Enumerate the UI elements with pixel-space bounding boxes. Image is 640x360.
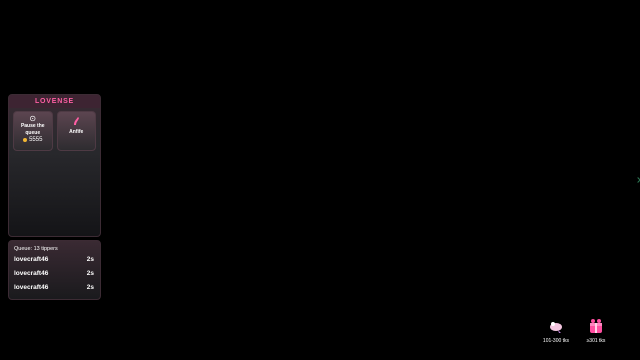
queue-row: lovecraft46 2s [9,252,100,266]
pause-icon: ⊙ [29,114,37,123]
pause-label-2: queue [25,130,41,136]
lovense-brand: LOVENSE [9,95,100,108]
queue-user: lovecraft46 [14,255,49,263]
anfi-toy-icon [74,117,80,125]
queue-time: 2s [86,255,94,263]
gift-level-icon [590,319,602,333]
lovense-panel: LOVENSE ⊙ Pause the queue 5555 Anfife [8,94,101,237]
queue-title: Queue: 13 tippers [14,246,58,252]
queue-time: 2s [86,283,94,291]
level-301: ≥301 tks [580,318,612,344]
pause-queue-card[interactable]: ⊙ Pause the queue 5555 [13,111,53,151]
queue-user: lovecraft46 [14,283,49,291]
level-label: ≥301 tks [586,338,606,344]
queue-row: lovecraft46 2s [9,280,100,294]
pause-price: 5555 [23,137,42,143]
level-101-300: 101-300 tks [540,318,572,344]
anfife-card[interactable]: Anfife [56,111,96,151]
queue-time: 2s [86,269,94,277]
coin-icon [23,138,28,142]
chevron-left-icon[interactable] [635,177,640,183]
queue-user: lovecraft46 [14,269,49,277]
queue-row: lovecraft46 2s [9,266,100,280]
tip-levels: 101-300 tks ≥301 tks [540,318,612,344]
pause-price-value: 5555 [29,137,43,143]
anfife-label: Anfife [69,129,84,135]
pause-label-1: Pause the [20,123,45,129]
level-label: 101-300 tks [542,338,570,344]
queue-panel: Queue: 13 tippers lovecraft46 2s lovecra… [8,240,101,300]
action-cards: ⊙ Pause the queue 5555 Anfife [9,108,100,151]
toy-level-icon [550,322,562,333]
